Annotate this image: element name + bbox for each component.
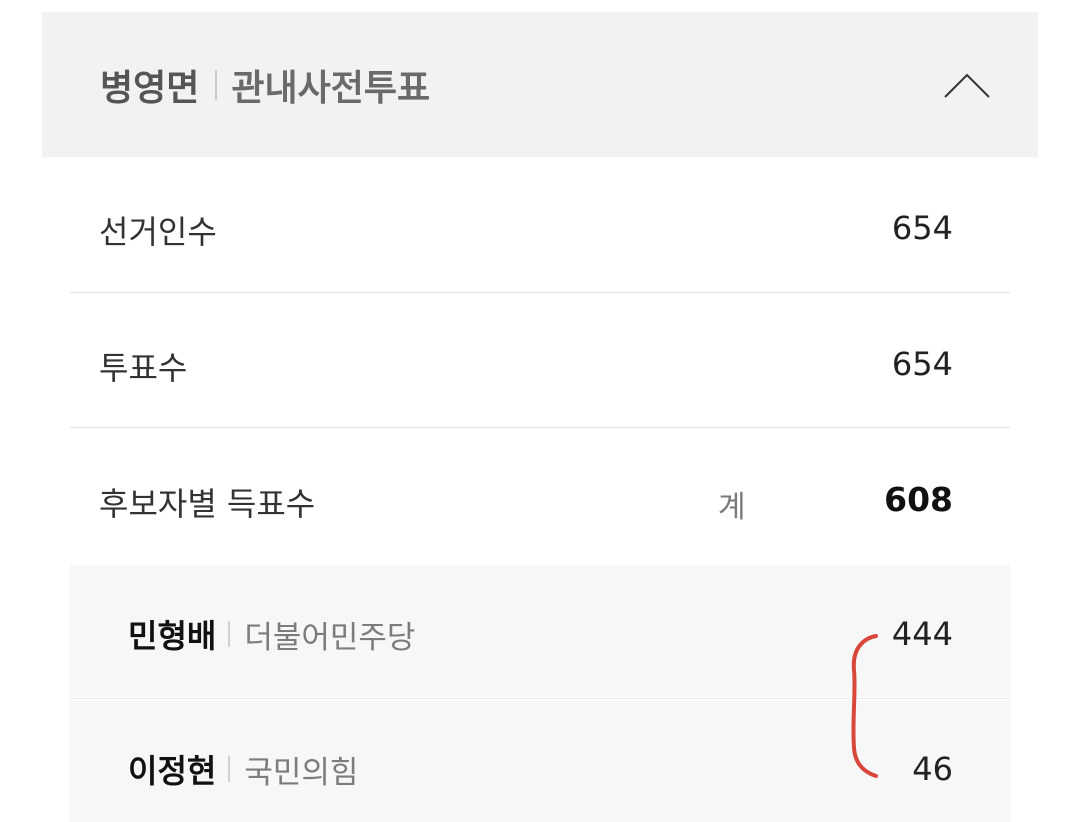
candidate-votes-row: 후보자별 득표수 (70, 477, 1010, 527)
candidate-party: 더불어민주당 (244, 619, 416, 656)
total-label: 계 (718, 490, 746, 525)
region-name: 병영면 (100, 68, 200, 109)
section-header[interactable]: 병영면 관내사전투표 (42, 12, 1038, 157)
votes-row: 투표수 654 (70, 341, 1010, 391)
candidate-party: 국민의힘 (244, 754, 359, 791)
name-separator (228, 756, 231, 782)
votes-label: 투표수 (99, 349, 188, 387)
candidate-name: 민형배 (128, 617, 217, 655)
candidate-votes: 444 (891, 615, 953, 653)
candidate-votes: 46 (912, 750, 953, 788)
divider (70, 427, 1010, 428)
title-separator (215, 70, 218, 100)
vote-category: 관내사전투표 (231, 68, 431, 109)
header-title: 병영면 관내사전투표 (100, 60, 430, 110)
electors-row: 선거인수 654 (70, 205, 1010, 255)
chevron-up-icon (944, 73, 990, 98)
candidate-name-group: 민형배 더불어민주당 (128, 611, 415, 657)
name-separator (228, 621, 231, 647)
electors-label: 선거인수 (99, 213, 217, 251)
votes-value: 654 (891, 345, 953, 383)
candidate-votes-label: 후보자별 득표수 (99, 485, 316, 523)
total-value: 608 (884, 480, 953, 519)
collapse-button[interactable] (942, 64, 992, 104)
electors-value: 654 (891, 209, 953, 247)
handwritten-brace-annotation (851, 634, 878, 778)
candidate-name: 이정현 (128, 752, 217, 790)
candidate-name-group: 이정현 국민의힘 (128, 746, 358, 792)
divider (70, 292, 1010, 293)
